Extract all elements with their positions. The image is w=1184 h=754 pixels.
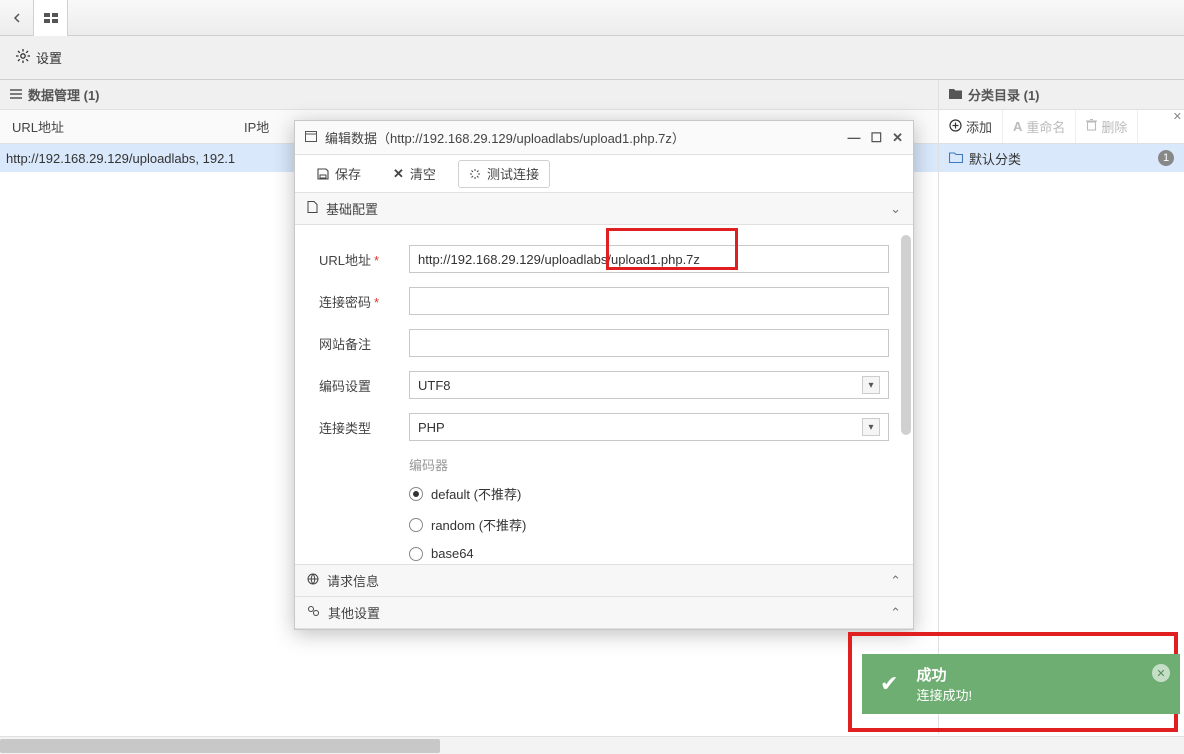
category-toolbar: 添加 A 重命名 删除	[939, 110, 1184, 144]
tab-menu[interactable]	[0, 0, 34, 36]
toast-title: 成功	[916, 664, 972, 685]
url-input[interactable]	[409, 245, 889, 273]
minimize-button[interactable]: —	[847, 130, 860, 146]
globe-icon	[307, 573, 319, 588]
save-icon	[317, 168, 329, 180]
save-button[interactable]: 保存	[307, 160, 371, 188]
encoder-base64-label: base64	[431, 546, 474, 561]
label-encoding: 编码设置	[319, 376, 409, 395]
section-request-label: 请求信息	[327, 571, 379, 590]
radio-icon	[409, 487, 423, 501]
window-icon	[305, 130, 317, 145]
encoder-random[interactable]: random (不推荐)	[409, 515, 889, 534]
toast-message: 连接成功!	[916, 685, 972, 704]
file-icon	[307, 201, 318, 216]
encoder-default-label: default (不推荐)	[431, 484, 521, 503]
encoding-select[interactable]: UTF8 ▾	[409, 371, 889, 399]
save-label: 保存	[335, 164, 361, 183]
toast-close-button[interactable]: ✕	[1152, 664, 1170, 682]
add-label: 添加	[966, 117, 992, 136]
modal-toolbar: 保存 ✕ 清空 测试连接	[295, 155, 913, 193]
add-button[interactable]: 添加	[939, 110, 1003, 143]
modal-titlebar[interactable]: 编辑数据（http://192.168.29.129/uploadlabs/up…	[295, 121, 913, 155]
conntype-value: PHP	[418, 420, 445, 435]
highlight-box-toast: ✔ 成功 连接成功! ✕	[848, 632, 1178, 732]
scrollbar-thumb[interactable]	[0, 739, 440, 753]
tab-grid[interactable]	[34, 0, 68, 36]
gears-icon	[307, 605, 320, 620]
section-basic[interactable]: 基础配置 ⌄	[295, 193, 913, 225]
grid-icon	[44, 13, 58, 23]
radio-icon	[409, 518, 423, 532]
conntype-select[interactable]: PHP ▾	[409, 413, 889, 441]
trash-icon	[1086, 119, 1097, 134]
note-input[interactable]	[409, 329, 889, 357]
maximize-button[interactable]: ☐	[870, 130, 882, 146]
password-input[interactable]	[409, 287, 889, 315]
spinner-icon	[469, 168, 481, 180]
data-panel-header: 数据管理 (1)	[0, 80, 938, 110]
delete-label: 删除	[1101, 117, 1127, 136]
scrollbar-thumb[interactable]	[901, 235, 911, 435]
settings-label[interactable]: 设置	[36, 48, 62, 67]
x-icon: ✕	[393, 166, 404, 182]
panel-close-icon[interactable]: ✕	[1173, 110, 1182, 123]
test-connection-button[interactable]: 测试连接	[458, 160, 550, 188]
row-url-ip: http://192.168.29.129/uploadlabs, 192.1	[0, 151, 235, 166]
chevron-down-icon: ⌄	[890, 201, 901, 217]
label-note: 网站备注	[319, 334, 409, 353]
vertical-scrollbar[interactable]	[901, 235, 911, 554]
section-other[interactable]: 其他设置 ⌃	[295, 597, 913, 629]
encoder-random-label: random (不推荐)	[431, 515, 526, 534]
col-ip[interactable]: IP地	[240, 117, 269, 136]
chevron-up-icon: ⌃	[890, 605, 901, 621]
test-label: 测试连接	[487, 164, 539, 183]
folder-solid-icon	[949, 87, 962, 102]
chevron-left-icon	[12, 13, 22, 23]
encoder-label: 编码器	[409, 455, 889, 474]
count-badge: 1	[1158, 150, 1174, 166]
section-request[interactable]: 请求信息 ⌃	[295, 565, 913, 597]
data-panel-title: 数据管理 (1)	[28, 85, 100, 104]
top-tab-bar	[0, 0, 1184, 36]
radio-icon	[409, 547, 423, 561]
list-icon	[10, 87, 22, 102]
col-url[interactable]: URL地址	[0, 117, 240, 136]
delete-button[interactable]: 删除	[1076, 110, 1138, 143]
form-area: URL地址* 连接密码* 网站备注 编码设置 UTF8 ▾ 连接类型 PHP ▾…	[295, 225, 913, 565]
horizontal-scrollbar[interactable]	[0, 736, 1184, 754]
clear-button[interactable]: ✕ 清空	[383, 160, 446, 188]
check-icon: ✔	[880, 671, 898, 697]
rename-button[interactable]: A 重命名	[1003, 110, 1076, 143]
chevron-down-icon: ▾	[862, 418, 880, 436]
chevron-down-icon: ▾	[862, 376, 880, 394]
close-button[interactable]: ✕	[892, 130, 903, 146]
category-header: 分类目录 (1)	[939, 80, 1184, 110]
encoding-value: UTF8	[418, 378, 451, 393]
label-password: 连接密码*	[319, 292, 409, 311]
gear-icon	[16, 49, 30, 66]
section-basic-label: 基础配置	[326, 199, 378, 218]
settings-bar: 设置	[0, 36, 1184, 80]
clear-label: 清空	[410, 164, 436, 183]
encoder-base64[interactable]: base64	[409, 546, 889, 561]
chevron-up-icon: ⌃	[890, 573, 901, 589]
section-other-label: 其他设置	[328, 603, 380, 622]
category-name: 默认分类	[969, 149, 1021, 168]
plus-circle-icon	[949, 119, 962, 135]
label-conntype: 连接类型	[319, 418, 409, 437]
modal-title: 编辑数据（http://192.168.29.129/uploadlabs/up…	[325, 128, 685, 147]
label-url: URL地址*	[319, 250, 409, 269]
font-icon: A	[1013, 119, 1022, 134]
edit-data-modal: 编辑数据（http://192.168.29.129/uploadlabs/up…	[294, 120, 914, 630]
encoder-default[interactable]: default (不推荐)	[409, 484, 889, 503]
category-item[interactable]: 默认分类 1	[939, 144, 1184, 172]
folder-icon	[949, 151, 963, 166]
category-title: 分类目录 (1)	[968, 85, 1040, 104]
success-toast: ✔ 成功 连接成功! ✕	[862, 654, 1180, 714]
rename-label: 重命名	[1026, 117, 1065, 136]
